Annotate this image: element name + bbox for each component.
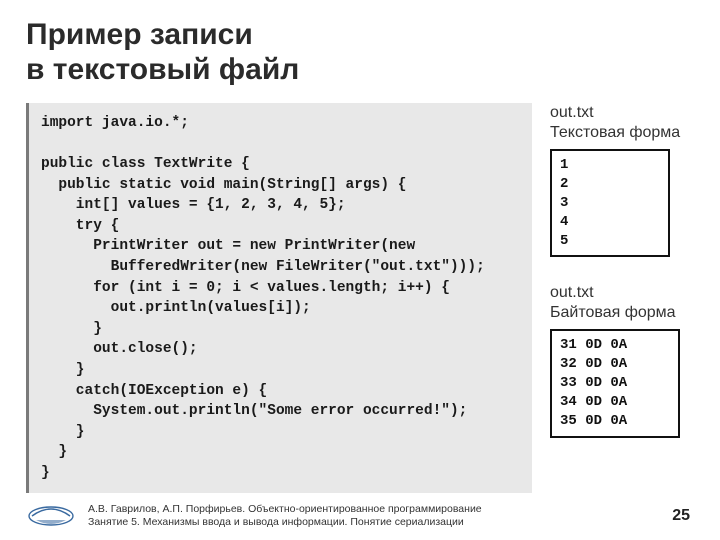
- byte-output-label: out.txt Байтовая форма: [550, 283, 694, 323]
- footer-line-2: Занятие 5. Механизмы ввода и вывода инфо…: [88, 516, 660, 529]
- text-output-label-2: Текстовая форма: [550, 123, 694, 143]
- byte-output-box: 31 0D 0A 32 0D 0A 33 0D 0A 34 0D 0A 35 0…: [550, 329, 680, 437]
- text-output-label-1: out.txt: [550, 103, 694, 123]
- logo-icon: [26, 504, 76, 528]
- text-output-box: 1 2 3 4 5: [550, 149, 670, 257]
- content-row: import java.io.*; public class TextWrite…: [26, 103, 694, 493]
- page-number: 25: [672, 507, 694, 525]
- slide: Пример записи в текстовый файл import ja…: [0, 0, 720, 540]
- spacer: [550, 263, 694, 277]
- text-output-label: out.txt Текстовая форма: [550, 103, 694, 143]
- footer: А.В. Гаврилов, А.П. Порфирьев. Объектно-…: [0, 498, 720, 540]
- byte-output-label-2: Байтовая форма: [550, 303, 694, 323]
- code-block: import java.io.*; public class TextWrite…: [26, 103, 532, 493]
- side-column: out.txt Текстовая форма 1 2 3 4 5 out.tx…: [550, 103, 694, 493]
- slide-title: Пример записи в текстовый файл: [26, 18, 694, 87]
- title-line-2: в текстовый файл: [26, 53, 694, 88]
- footer-text: А.В. Гаврилов, А.П. Порфирьев. Объектно-…: [88, 503, 660, 529]
- byte-output-label-1: out.txt: [550, 283, 694, 303]
- title-line-1: Пример записи: [26, 18, 694, 53]
- footer-line-1: А.В. Гаврилов, А.П. Порфирьев. Объектно-…: [88, 503, 660, 516]
